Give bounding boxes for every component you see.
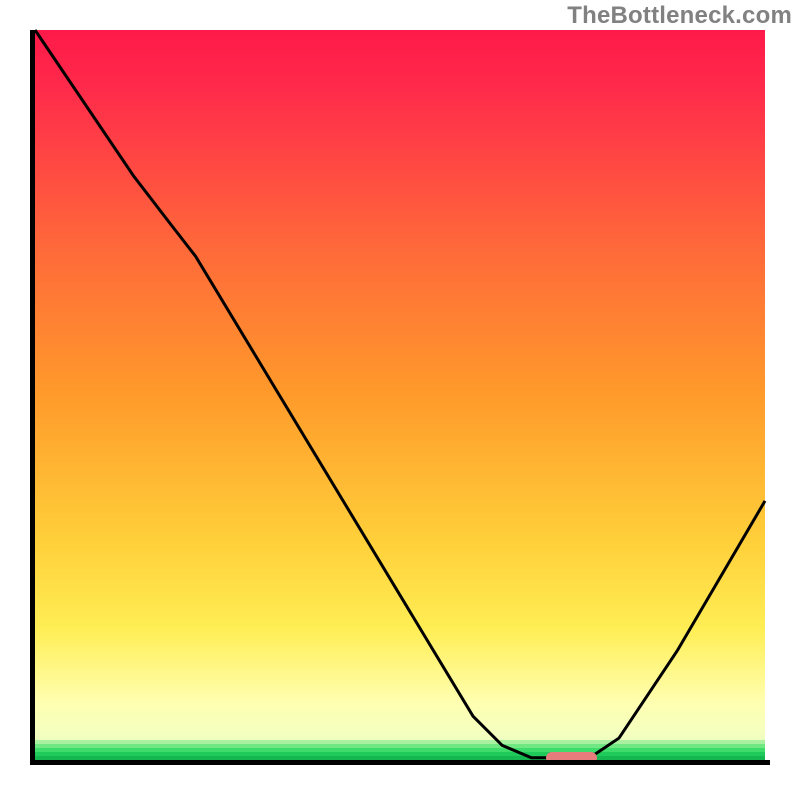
y-axis: [30, 30, 35, 765]
plot-area: [35, 30, 765, 760]
x-axis: [30, 760, 770, 765]
curve-layer: [35, 30, 765, 760]
chart-container: TheBottleneck.com: [0, 0, 800, 800]
watermark-text: TheBottleneck.com: [567, 2, 792, 30]
bottleneck-curve: [35, 30, 765, 758]
